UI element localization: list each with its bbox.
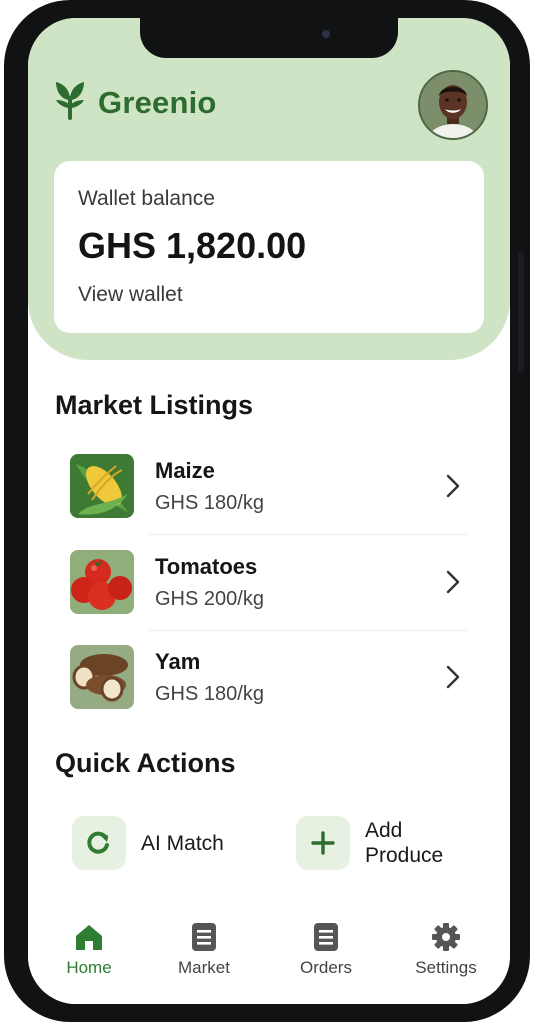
notch [140,18,398,58]
listing-name: Tomatoes [155,554,258,579]
view-wallet-link[interactable]: View wallet [78,283,183,307]
maize-image [70,454,134,518]
refresh-icon [72,816,126,870]
listing-name: Maize [155,458,215,483]
tomatoes-image [70,550,134,614]
add-produce-button[interactable]: Add Produce [296,816,443,870]
listing-price: GHS 180/kg [155,492,264,514]
divider [148,534,468,535]
app-name: Greenio [98,84,217,120]
market-listings-title: Market Listings [55,390,254,420]
camera-dot [322,30,330,38]
wallet-balance: GHS 1,820.00 [78,225,307,266]
tab-label: Home [66,958,112,977]
ai-match-label: AI Match [141,831,224,855]
tab-label: Orders [300,958,352,977]
tab-settings[interactable]: Settings [396,922,496,978]
add-produce-line2: Produce [365,844,444,867]
divider [148,630,468,631]
home-icon [76,925,102,950]
tab-market[interactable]: Market [154,922,254,978]
listing-yam[interactable]: Yam GHS 180/kg [70,645,470,711]
app-screen: Greenio Wallet balance GHS 1,820.00 View… [28,18,510,1004]
listing-tomatoes[interactable]: Tomatoes GHS 200/kg [70,550,470,616]
plus-icon [296,816,350,870]
brand: Greenio [52,80,217,125]
sprout-icon [52,80,88,125]
tab-home[interactable]: Home [39,922,139,978]
quick-actions-title: Quick Actions [55,748,236,778]
list-icon [192,923,216,951]
wallet-card: Wallet balance GHS 1,820.00 View wallet [54,161,484,333]
side-button [518,252,524,372]
yam-image [70,645,134,709]
wallet-label: Wallet balance [78,187,215,210]
tab-label: Market [178,958,230,977]
avatar[interactable] [418,70,488,140]
list-icon [314,923,338,951]
listing-price: GHS 200/kg [155,588,264,610]
tab-orders[interactable]: Orders [276,922,376,978]
listing-price: GHS 180/kg [155,683,264,705]
chevron-right-icon [446,665,460,689]
add-produce-line1: Add [365,819,403,842]
listing-name: Yam [155,649,201,674]
add-produce-label: Add Produce [365,818,443,868]
ai-match-button[interactable]: AI Match [72,816,224,870]
listing-maize[interactable]: Maize GHS 180/kg [70,454,470,520]
gear-icon [432,923,460,951]
chevron-right-icon [446,474,460,498]
bottom-tab-bar: Home Market Orders Settings [28,910,510,1004]
phone-frame: Greenio Wallet balance GHS 1,820.00 View… [4,0,530,1022]
tab-label: Settings [415,958,477,977]
chevron-right-icon [446,570,460,594]
